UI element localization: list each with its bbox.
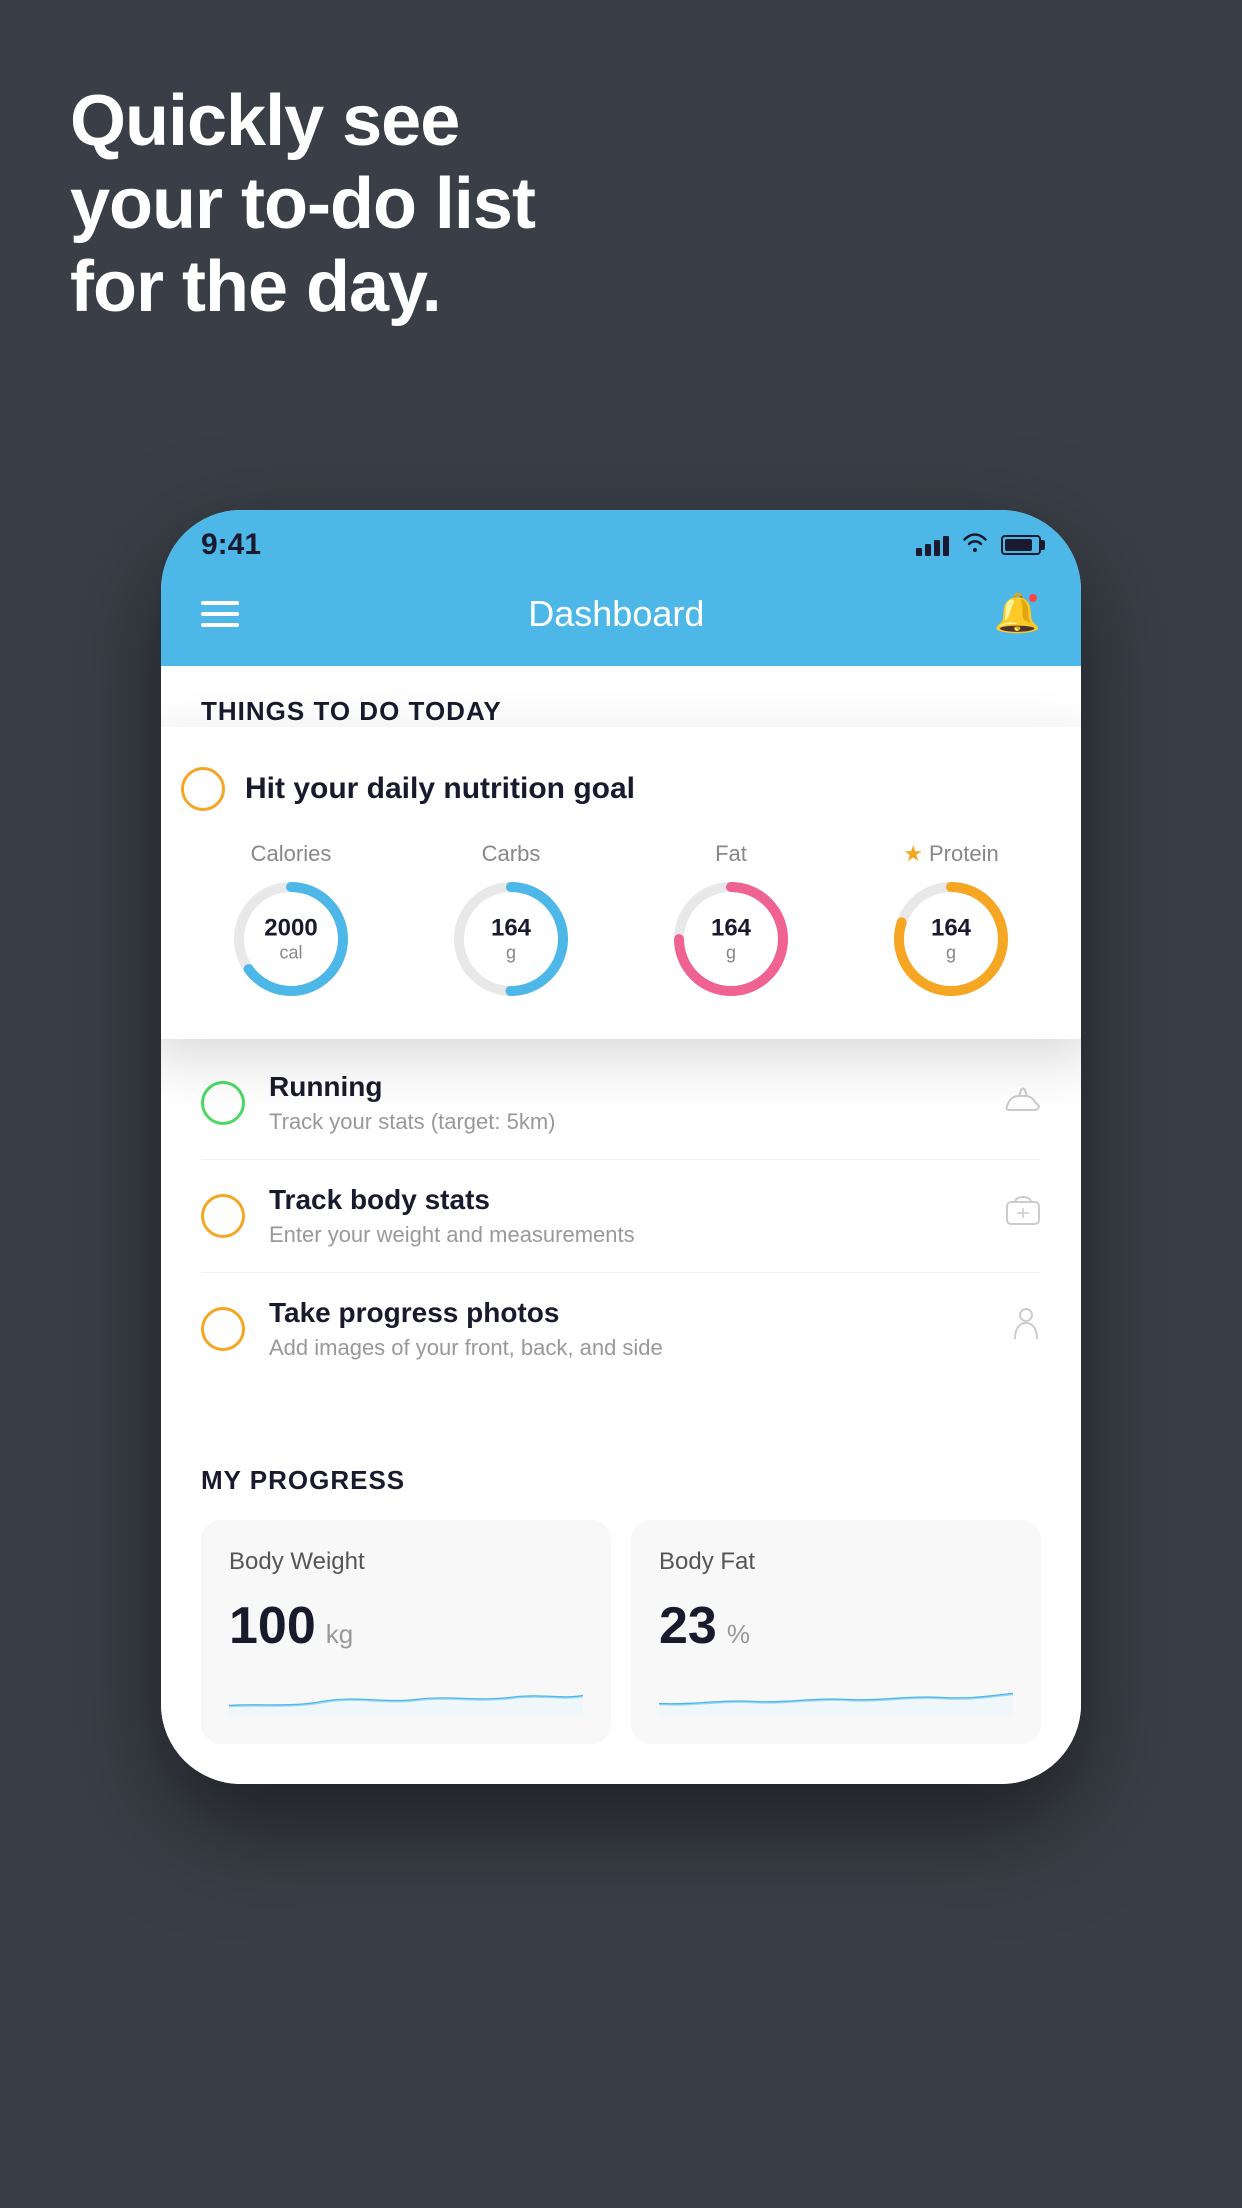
body-weight-card[interactable]: Body Weight 100 kg <box>201 1520 611 1744</box>
fat-item: Fat 164 g <box>671 841 791 999</box>
todo-item-photos[interactable]: Take progress photos Add images of your … <box>201 1273 1041 1385</box>
nutrition-card-title: Hit your daily nutrition goal <box>245 772 635 806</box>
calories-label: Calories <box>251 841 332 867</box>
calories-item: Calories 2000 cal <box>231 841 351 999</box>
signal-icon <box>916 534 949 556</box>
hero-line2: your to-do list <box>70 163 535 246</box>
progress-cards: Body Weight 100 kg <box>201 1520 1041 1744</box>
body-weight-title: Body Weight <box>229 1548 583 1576</box>
running-content: Running Track your stats (target: 5km) <box>269 1071 981 1135</box>
photos-subtitle: Add images of your front, back, and side <box>269 1335 987 1361</box>
carbs-item: Carbs 164 g <box>451 841 571 999</box>
body-fat-title: Body Fat <box>659 1548 1013 1576</box>
phone-shell: 9:41 <box>161 510 1081 1784</box>
notification-button[interactable]: 🔔 <box>994 592 1041 636</box>
body-fat-chart <box>659 1676 1013 1716</box>
body-weight-value: 100 <box>229 1596 316 1656</box>
fat-circle: 164 g <box>671 879 791 999</box>
running-title: Running <box>269 1071 981 1103</box>
protein-label: ★ Protein <box>903 841 998 867</box>
todo-item-running[interactable]: Running Track your stats (target: 5km) <box>201 1047 1041 1160</box>
card-area: Hit your daily nutrition goal Calories <box>161 747 1081 927</box>
nav-title: Dashboard <box>528 593 704 635</box>
body-weight-value-row: 100 kg <box>229 1596 583 1656</box>
nav-bar: Dashboard 🔔 <box>161 572 1081 666</box>
battery-icon <box>1001 535 1041 555</box>
body-weight-unit: kg <box>326 1619 353 1650</box>
todo-list: Running Track your stats (target: 5km) <box>161 1047 1081 1385</box>
photos-title: Take progress photos <box>269 1297 987 1329</box>
body-fat-value: 23 <box>659 1596 717 1656</box>
progress-section: MY PROGRESS Body Weight 100 kg <box>161 1425 1081 1784</box>
shoe-icon <box>1005 1085 1041 1122</box>
protein-item: ★ Protein 164 g <box>891 841 1011 999</box>
menu-button[interactable] <box>201 601 239 627</box>
status-bar: 9:41 <box>161 510 1081 572</box>
star-icon: ★ <box>903 841 923 867</box>
carbs-circle: 164 g <box>451 879 571 999</box>
nutrition-card: Hit your daily nutrition goal Calories <box>161 727 1081 1039</box>
body-fat-card[interactable]: Body Fat 23 % <box>631 1520 1041 1744</box>
scale-icon <box>1005 1196 1041 1236</box>
body-weight-chart <box>229 1676 583 1716</box>
fat-label: Fat <box>715 841 747 867</box>
todo-item-body-stats[interactable]: Track body stats Enter your weight and m… <box>201 1160 1041 1273</box>
body-stats-subtitle: Enter your weight and measurements <box>269 1222 981 1248</box>
body-fat-value-row: 23 % <box>659 1596 1013 1656</box>
body-stats-content: Track body stats Enter your weight and m… <box>269 1184 981 1248</box>
status-icons <box>916 531 1041 559</box>
body-stats-title: Track body stats <box>269 1184 981 1216</box>
phone-wrapper: 9:41 <box>161 510 1081 1784</box>
nutrition-checkbox[interactable] <box>181 767 225 811</box>
notification-badge <box>1027 592 1039 604</box>
spacer <box>161 1385 1081 1425</box>
content-area: THINGS TO DO TODAY Hit your daily nutrit… <box>161 666 1081 1784</box>
hero-line1: Quickly see <box>70 80 535 163</box>
carbs-label: Carbs <box>482 841 541 867</box>
card-header: Hit your daily nutrition goal <box>181 767 1061 811</box>
running-subtitle: Track your stats (target: 5km) <box>269 1109 981 1135</box>
running-checkbox[interactable] <box>201 1081 245 1125</box>
hero-line3: for the day. <box>70 246 535 329</box>
hero-text: Quickly see your to-do list for the day. <box>70 80 535 328</box>
progress-title: MY PROGRESS <box>201 1465 1041 1496</box>
body-stats-checkbox[interactable] <box>201 1194 245 1238</box>
nutrition-row: Calories 2000 cal <box>181 841 1061 999</box>
calories-circle: 2000 cal <box>231 879 351 999</box>
person-icon <box>1011 1307 1041 1351</box>
status-time: 9:41 <box>201 528 261 562</box>
photos-checkbox[interactable] <box>201 1307 245 1351</box>
photos-content: Take progress photos Add images of your … <box>269 1297 987 1361</box>
protein-circle: 164 g <box>891 879 1011 999</box>
body-fat-unit: % <box>727 1619 750 1650</box>
wifi-icon <box>961 531 989 559</box>
